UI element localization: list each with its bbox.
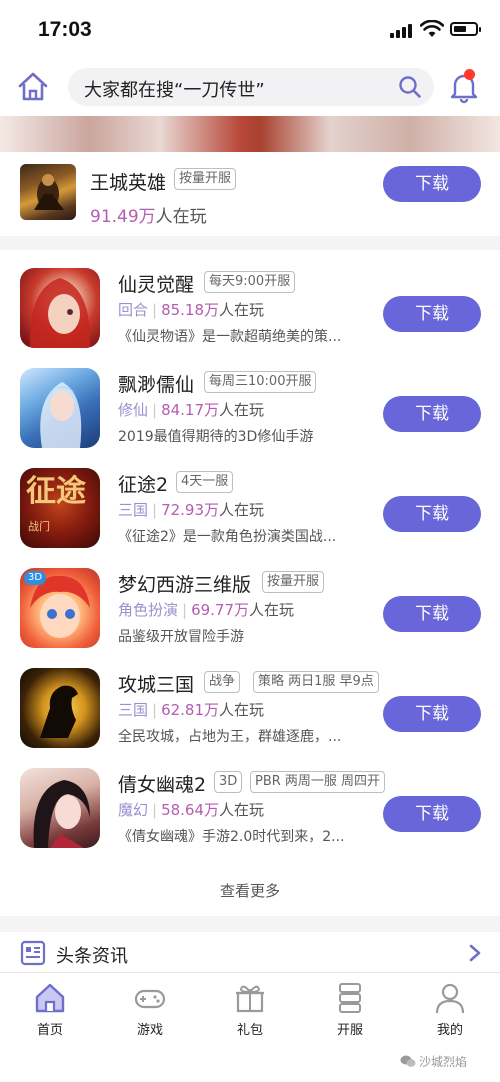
- download-button[interactable]: 下载: [383, 296, 481, 332]
- game-list: 仙灵觉醒 每天9:00开服 回合 | 85.18万人在玩 《仙灵物语》是一款超萌绝美…: [0, 250, 500, 866]
- notification-badge: [464, 69, 475, 80]
- search-placeholder: 大家都在搜“一刀传世”: [84, 80, 265, 101]
- game-tag: 每天9:00开服: [204, 271, 296, 293]
- section-divider: [0, 236, 500, 250]
- game-meta: 三国 | 62.81万人在玩: [118, 701, 265, 719]
- featured-game-name: 王城英雄: [90, 172, 167, 194]
- game-icon-zhengtu: 征途 战门: [20, 468, 100, 548]
- tab-label: 游戏: [136, 1023, 163, 1038]
- news-title: 头条资讯: [56, 946, 128, 967]
- download-button[interactable]: 下载: [383, 396, 481, 432]
- tab-label: 开服: [336, 1023, 363, 1038]
- game-row-xianling[interactable]: 仙灵觉醒 每天9:00开服 回合 | 85.18万人在玩 《仙灵物语》是一款超萌绝美…: [0, 266, 500, 366]
- watermark: 沙城烈焰: [400, 1053, 467, 1070]
- 3d-badge: 3D: [24, 571, 47, 585]
- featured-game-players: 91.49万人在玩: [90, 207, 207, 227]
- game-meta: 三国 | 72.93万人在玩: [118, 501, 265, 519]
- game-row-gongcheng[interactable]: 攻城三国 战争 策略 两日1服 早9点 三国 | 62.81万人在玩 全民攻城，占地…: [0, 666, 500, 766]
- game-description: 《倩女幽魂》手游2.0时代到来，2...: [118, 829, 345, 845]
- download-button[interactable]: 下载: [383, 796, 481, 832]
- news-section-header[interactable]: 头条资讯: [0, 932, 500, 972]
- game-name: 飘渺儒仙: [118, 374, 195, 396]
- tab-label: 我的: [436, 1023, 463, 1038]
- game-icon-gongcheng: [20, 668, 100, 748]
- game-meta: 角色扮演 | 69.77万人在玩: [118, 601, 295, 619]
- game-icon-xianling: [20, 268, 100, 348]
- game-tag: 每周三10:00开服: [204, 371, 317, 393]
- game-meta: 魔幻 | 58.64万人在玩: [118, 801, 265, 819]
- ancient-lady-icon: [33, 780, 90, 848]
- game-description: 《征途2》是一款角色扮演类国战...: [118, 529, 337, 545]
- gamepad-icon: [134, 989, 166, 1009]
- search-header: 大家都在搜“一刀传世”: [0, 58, 500, 116]
- game-name: 攻城三国: [118, 674, 195, 696]
- banner-image[interactable]: [0, 116, 500, 152]
- game-description: 《仙灵物语》是一款超萌绝美的策...: [118, 329, 342, 345]
- tab-profile[interactable]: 我的: [410, 981, 490, 1041]
- tab-label: 首页: [36, 1023, 63, 1038]
- game-row-piaomiao[interactable]: 飘渺儒仙 每周三10:00开服 修仙 | 84.17万人在玩 2019最值得期待的3…: [0, 366, 500, 466]
- featured-game-icon: [20, 164, 76, 220]
- tab-home[interactable]: 首页: [10, 981, 90, 1041]
- game-name: 仙灵觉醒: [118, 274, 195, 296]
- game-name: 征途2: [118, 474, 169, 496]
- game-icon-qiannv: [20, 768, 100, 848]
- game-description: 2019最值得期待的3D修仙手游: [118, 429, 314, 445]
- wechat-logo-icon: [400, 1055, 416, 1067]
- warrior-figure-icon: [34, 174, 64, 210]
- game-name: 梦幻西游三维版: [118, 574, 252, 596]
- game-tag: PBR 两周一服 周四开: [250, 771, 386, 793]
- download-button[interactable]: 下载: [383, 596, 481, 632]
- search-input[interactable]: 大家都在搜“一刀传世”: [68, 68, 434, 106]
- download-button[interactable]: 下载: [383, 696, 481, 732]
- game-tag: 战争: [204, 671, 241, 693]
- red-hood-girl-icon: [29, 278, 91, 348]
- bottom-tab-bar: 首页 游戏 礼包 开服 我的 沙城烈焰: [0, 972, 500, 1082]
- status-time: 17:03: [38, 18, 92, 41]
- tab-servers[interactable]: 开服: [310, 981, 390, 1041]
- game-row-mhxy[interactable]: 3D 梦幻西游三维版 按量开服 角色扮演 | 69.77万人在玩 品鉴级开放冒险手游…: [0, 566, 500, 666]
- fairy-woman-icon: [40, 382, 82, 448]
- game-name: 倩女幽魂2: [118, 774, 207, 796]
- section-divider: [0, 916, 500, 932]
- download-button[interactable]: 下载: [383, 496, 481, 532]
- tab-gifts[interactable]: 礼包: [210, 981, 290, 1041]
- game-row-qiannv[interactable]: 倩女幽魂2 3D PBR 两周一服 周四开 魔幻 | 58.64万人在玩 《倩女幽魂…: [0, 766, 500, 866]
- game-tag: 按量开服: [262, 571, 325, 593]
- server-icon: [339, 983, 361, 1013]
- game-description: 全民攻城，占地为王，群雄逐鹿，...: [118, 729, 342, 745]
- gift-icon: [236, 985, 264, 1013]
- home-icon: [35, 983, 65, 1013]
- battery-icon: [450, 22, 481, 36]
- featured-game-card[interactable]: 王城英雄 按量开服 91.49万人在玩 下载: [0, 152, 500, 236]
- tab-games[interactable]: 游戏: [110, 981, 190, 1041]
- game-row-zhengtu[interactable]: 征途 战门 征途2 4天一服 三国 | 72.93万人在玩 《征途2》是一款角色扮演…: [0, 466, 500, 566]
- wifi-icon: [420, 20, 444, 37]
- search-icon[interactable]: [398, 75, 422, 99]
- game-tag: 3D: [214, 771, 243, 793]
- game-meta: 修仙 | 84.17万人在玩: [118, 401, 265, 419]
- horse-silhouette-icon: [40, 685, 78, 738]
- newspaper-icon: [20, 940, 46, 966]
- home-icon[interactable]: [16, 70, 50, 104]
- game-icon-mhxy: 3D: [20, 568, 100, 648]
- game-tag: 4天一服: [176, 471, 234, 493]
- game-icon-piaomiao: [20, 368, 100, 448]
- view-more-button[interactable]: 查看更多: [0, 866, 500, 916]
- tab-label: 礼包: [236, 1023, 263, 1038]
- featured-download-button[interactable]: 下载: [383, 166, 481, 202]
- status-bar: 17:03: [0, 0, 500, 58]
- cellular-signal-icon: [390, 22, 416, 38]
- game-meta: 回合 | 85.18万人在玩: [118, 301, 265, 319]
- game-description: 品鉴级开放冒险手游: [118, 629, 244, 645]
- user-icon: [435, 983, 465, 1014]
- chevron-right-icon[interactable]: [468, 944, 482, 962]
- game-tag: 策略 两日1服 早9点: [253, 671, 379, 693]
- featured-game-tag: 按量开服: [174, 168, 237, 190]
